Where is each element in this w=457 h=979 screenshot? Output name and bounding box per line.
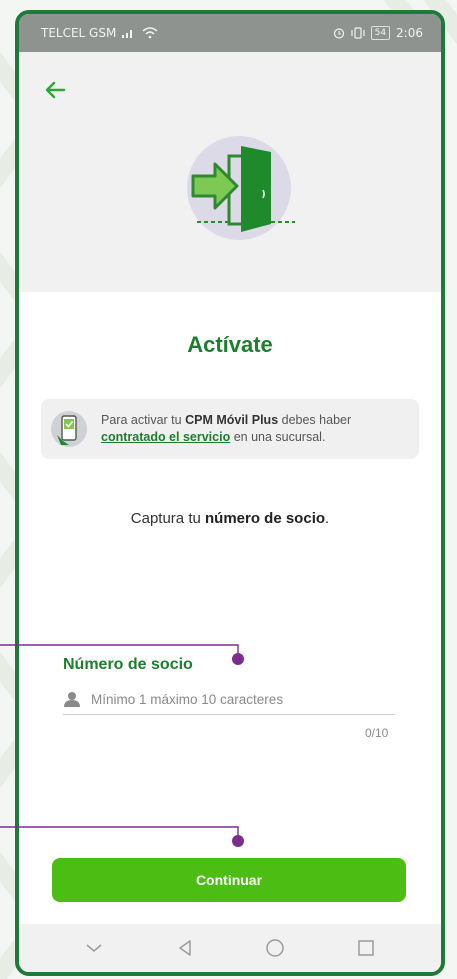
- arrow-left-icon: [45, 81, 66, 99]
- chevron-down-icon: [86, 944, 102, 952]
- clock-time: 2:06: [396, 26, 423, 40]
- character-counter: 0/10: [365, 726, 389, 740]
- home-circle-icon: [266, 939, 284, 957]
- wifi-icon: [142, 27, 158, 39]
- nav-home-button[interactable]: [255, 928, 295, 968]
- header-banner: [19, 52, 441, 292]
- member-number-field[interactable]: [63, 684, 395, 715]
- battery-indicator: 54: [370, 26, 391, 40]
- carrier-name: TELCEL GSM: [41, 26, 117, 40]
- contracted-service-link[interactable]: contratado el servicio: [101, 430, 230, 444]
- capture-instruction: Captura tu número de socio.: [19, 510, 441, 527]
- user-icon: [64, 692, 80, 707]
- system-nav-bar: [19, 924, 441, 972]
- info-text-part: debes haber: [278, 413, 352, 427]
- recents-square-icon: [358, 940, 374, 956]
- member-number-input[interactable]: [89, 690, 395, 708]
- door-enter-icon: [187, 136, 295, 240]
- back-triangle-icon: [179, 940, 191, 956]
- page-title: Actívate: [187, 332, 273, 357]
- nav-recents-button[interactable]: [346, 928, 386, 968]
- continue-button[interactable]: Continuar: [52, 858, 406, 902]
- info-text-part: en una sucursal.: [230, 430, 326, 444]
- callout-member-field: [0, 644, 244, 665]
- capture-member-number: número de socio: [205, 510, 326, 527]
- capture-text-part: .: [325, 510, 330, 527]
- back-button[interactable]: [39, 74, 71, 106]
- status-bar: TELCEL GSM 54 2:06: [19, 14, 441, 52]
- nav-back-button[interactable]: [165, 928, 205, 968]
- info-product-name: CPM Móvil Plus: [185, 413, 279, 427]
- alarm-icon: [333, 28, 344, 39]
- info-text: Para activar tu CPM Móvil Plus debes hab…: [101, 412, 351, 446]
- info-card: Para activar tu CPM Móvil Plus debes hab…: [41, 399, 419, 459]
- info-text-part: Para activar tu: [101, 413, 186, 427]
- signal-icon: [122, 30, 133, 38]
- capture-text-part: Captura tu: [130, 510, 205, 527]
- nav-collapse-button[interactable]: [74, 928, 114, 968]
- phone-check-icon: [51, 411, 87, 447]
- vibrate-icon: [350, 27, 365, 39]
- callout-continue-button: [0, 826, 244, 847]
